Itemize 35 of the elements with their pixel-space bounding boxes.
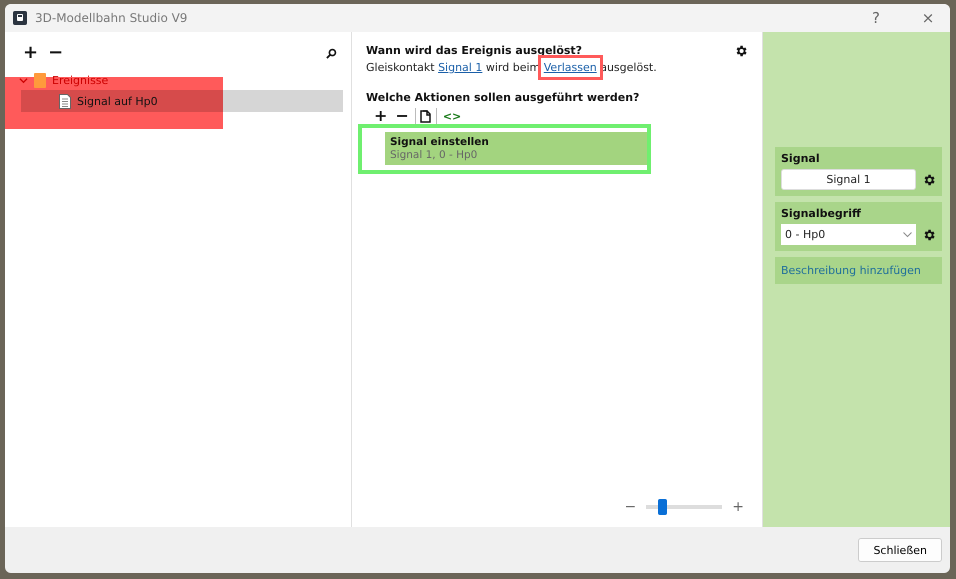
action-title: Signal einstellen [390,136,490,148]
remove-button[interactable]: − [393,108,411,124]
gear-icon[interactable] [922,228,936,242]
chevron-icon[interactable] [19,76,28,84]
action-item[interactable]: Signal einstellen Signal 1, 0 - Hp0 [385,132,647,165]
property-label: Signalbegriff [781,207,862,220]
add-button[interactable]: + [21,44,40,62]
zoom-out-button[interactable]: − [624,499,636,515]
aspect-dropdown[interactable]: 0 - Hp0 [781,224,916,245]
search-icon[interactable] [326,48,337,58]
add-description-link[interactable]: Beschreibung hinzufügen [775,257,942,284]
copy-icon[interactable] [420,110,432,122]
section-heading: Wann wird das Ereignis ausgelöst? [366,44,582,58]
gear-icon[interactable] [734,44,748,58]
zoom-in-button[interactable]: + [732,499,744,515]
action-detail: Signal 1, 0 - Hp0 [390,149,478,161]
help-button[interactable]: ? [854,4,898,32]
remove-button[interactable]: − [46,44,66,62]
inline-link[interactable]: Verlassen [544,61,597,74]
close-button[interactable]: × [906,4,950,32]
tree-item[interactable]: Signal auf Hp0 [21,90,343,112]
chevron-icon [903,232,912,238]
slider-thumb[interactable] [658,499,667,515]
window-title: 3D-Modellbahn Studio V9 [35,11,188,25]
code-button[interactable]: <> [440,110,464,122]
close-button[interactable]: Schließen [858,538,942,562]
signal-button[interactable]: Signal 1 [781,169,916,190]
document-icon [59,94,71,108]
add-button[interactable]: + [372,108,390,124]
section-heading: Welche Aktionen sollen ausgeführt werden? [366,91,640,104]
folder-icon [34,72,46,88]
property-label: Signal [781,152,821,165]
gear-icon[interactable] [922,172,936,186]
inline-link[interactable]: Signal 1 [438,61,482,74]
train-icon [13,11,27,25]
